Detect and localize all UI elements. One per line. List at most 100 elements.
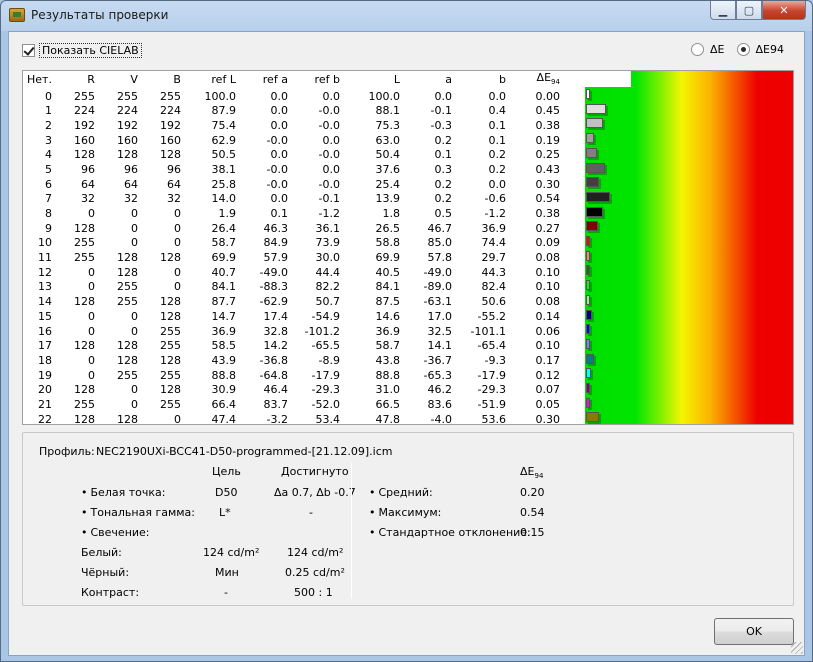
table-cell: 64 [80,177,95,191]
table-cell: 19 [37,368,52,382]
delta-e-bar [586,147,597,158]
table-cell: 87.9 [211,104,236,118]
table-cell: 44.4 [315,265,340,279]
table-row[interactable]: 12 0 128 0 40.7 -49.0 44.4 40.5 -49.0 44.3 0.10 [23,265,564,280]
col-header[interactable]: ref b [288,71,340,89]
table-cell: 66.4 [211,397,236,411]
table-row[interactable]: 17 128 128 255 58.5 14.2 -65.5 58.7 14.1 -65.4 0.1… [23,339,564,354]
table-cell: 255 [73,236,95,250]
table-row[interactable]: 3 160 160 160 62.9 -0.0 0.0 63.0 0.2 0.1 0.19 [23,133,564,148]
col-header[interactable]: Нет. [23,71,52,89]
table-cell: -55.2 [477,309,506,323]
table-row[interactable]: 21 255 0 255 66.4 83.7 -52.0 66.5 83.6 -51.9 0.05 [23,398,564,413]
radio-de94[interactable] [736,43,750,56]
table-cell: 14.6 [375,309,400,323]
table-row[interactable]: 15 0 0 128 14.7 17.4 -54.9 14.6 17.0 -55.2 0.14 [23,310,564,325]
delta-e-bar [586,236,590,246]
table-row[interactable]: 4 128 128 128 50.5 0.0 -0.0 50.4 0.1 0.2 0.25 [23,148,564,163]
table-cell: 14.7 [211,309,236,323]
delta-e-bar [586,206,603,217]
table-cell: 32 [166,192,181,206]
show-cielab-checkbox[interactable] [22,44,35,57]
table-cell: 10 [37,236,52,250]
table-cell: -9.3 [484,353,506,367]
col-header-de[interactable]: ΔE94 [506,71,564,89]
table-cell: 192 [159,118,181,132]
show-cielab-label[interactable]: Показать CIELAB [39,43,142,58]
table-cell: 0.10 [535,339,560,353]
table-cell: 160 [116,133,138,147]
col-header[interactable]: a [400,71,452,89]
table-row[interactable]: 0 255 255 255 100.0 0.0 0.0 100.0 0.0 0.0 0.00 [23,89,564,104]
table-cell: 47.8 [375,412,400,425]
show-cielab-option[interactable]: Показать CIELAB [22,43,142,58]
table-cell: 0 [87,368,95,382]
table-row[interactable]: 22 128 128 0 47.4 -3.2 53.4 47.8 -4.0 53.6 0.30 [23,412,564,425]
col-header[interactable]: B [138,71,181,89]
ok-button-label: OK [746,625,762,638]
results-table[interactable]: Нет. R V B ref L ref a ref b L a b ΔE 9 4 … [22,70,794,425]
col-header[interactable]: b [452,71,506,89]
table-cell: 1.9 [218,207,236,221]
table-row[interactable]: 1 224 224 224 87.9 0.0 -0.0 88.1 -0.1 0.4 0.45 [23,104,564,119]
table-cell: 0 [130,207,138,221]
col-header[interactable]: ref a [236,71,288,89]
table-cell: -89.0 [423,280,452,294]
delta-e-bar [586,265,590,276]
table-cell: 14.2 [263,339,288,353]
table-row[interactable]: 7 32 32 32 14.0 0.0 -0.1 13.9 0.2 -0.6 0.54 [23,192,564,207]
table-row[interactable]: 8 0 0 0 1.9 0.1 -1.2 1.8 0.5 -1.2 0.38 [23,207,564,222]
table-row[interactable]: 11 255 128 128 69.9 57.9 30.0 69.9 57.8 29.7 0.08 [23,251,564,266]
table-cell: 0.0 [322,162,340,176]
table-cell: 50.5 [211,148,236,162]
close-icon: ✕ [779,3,789,17]
radio-de[interactable] [691,43,705,56]
minimize-button[interactable]: ▁ [710,1,736,20]
col-header[interactable]: V [95,71,138,89]
radio-de94-label[interactable]: ΔE94 [756,43,784,56]
table-row[interactable]: 2 192 192 192 75.4 0.0 -0.0 75.3 -0.3 0.1 0.38 [23,119,564,134]
table-row[interactable]: 18 0 128 128 43.9 -36.8 -8.9 43.8 -36.7 -9.3 0.17 [23,354,564,369]
table-cell: 0.1 [488,133,506,147]
table-row[interactable]: 9 128 0 0 26.4 46.3 36.1 26.5 46.7 36.9 0.27 [23,221,564,236]
table-cell: 0.2 [488,148,506,162]
table-row[interactable]: 6 64 64 64 25.8 -0.0 -0.0 25.4 0.2 0.0 0.30 [23,177,564,192]
table-cell: -52.0 [311,397,340,411]
table-cell: 63.0 [375,133,400,147]
table-cell: 128 [159,383,181,397]
table-row[interactable]: 10 255 0 0 58.7 84.9 73.9 58.8 85.0 74.4 0.09 [23,236,564,251]
table-cell: 82.2 [315,280,340,294]
table-cell: 75.4 [211,118,236,132]
col-header[interactable]: ref L [181,71,236,89]
stats-header-label: ΔE [520,465,535,478]
table-cell: 0 [173,265,181,279]
table-cell: 88.1 [375,104,400,118]
title-bar[interactable]: Результаты проверки ▁ ▢ ✕ [1,1,812,29]
delta-e-bar [586,294,590,305]
white-point-target: D50 [215,486,238,499]
col-header[interactable]: L [340,71,400,89]
resize-grip[interactable] [791,642,803,654]
table-row[interactable]: 16 0 0 255 36.9 32.8 -101.2 36.9 32.5 -101.1 0.06 [23,324,564,339]
table-row[interactable]: 20 128 0 128 30.9 46.4 -29.3 31.0 46.2 -29.3 0.07 [23,383,564,398]
table-cell: 32 [123,192,138,206]
table-cell: 0.06 [535,324,560,338]
table-cell: 40.7 [211,265,236,279]
table-row[interactable]: 5 96 96 96 38.1 -0.0 0.0 37.6 0.3 0.2 0.43 [23,163,564,178]
table-row[interactable]: 19 0 255 255 88.8 -64.8 -17.9 88.8 -65.3 -17.9 0.1… [23,368,564,383]
col-header[interactable]: R [52,71,95,89]
table-cell: 53.4 [315,412,340,425]
maximize-button[interactable]: ▢ [736,1,762,20]
black-lum-label: Чёрный: [81,566,130,579]
table-row[interactable]: 14 128 255 128 87.7 -62.9 50.7 87.5 -63.1 50.6 0.0… [23,295,564,310]
table-cell: 0 [87,309,95,323]
ok-button[interactable]: OK [714,618,794,645]
radio-de-label[interactable]: ΔE [710,43,724,56]
table-cell: 88.8 [375,368,400,382]
white-lum-achieved: 124 cd/m² [287,546,344,559]
table-row[interactable]: 13 0 255 0 84.1 -88.3 82.2 84.1 -89.0 82.4 0.10 [23,280,564,295]
table-cell: 255 [159,339,181,353]
table-cell: 46.3 [263,221,288,235]
close-button[interactable]: ✕ [762,1,806,20]
table-cell: 0 [130,383,138,397]
